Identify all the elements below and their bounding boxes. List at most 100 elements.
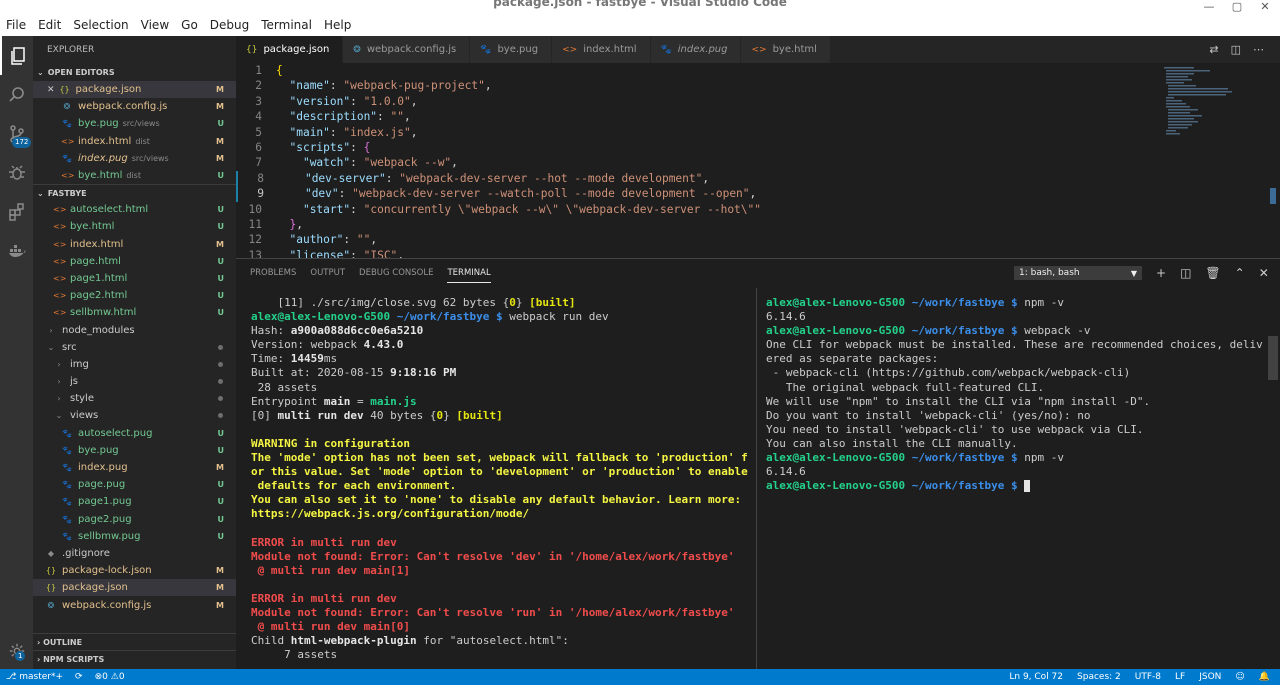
menu-item-view[interactable]: View <box>135 16 175 34</box>
open-editor-item[interactable]: 🐾 index.pug src/views M <box>33 150 236 167</box>
file-tree-item[interactable]: 🐾 autoselect.pug U <box>33 425 236 442</box>
tab-index-html[interactable]: <> index.html <box>552 36 651 63</box>
file-tree-item[interactable]: 🐾 index.pug M <box>33 459 236 476</box>
file-tree-item[interactable]: ❂ webpack.config.js M <box>33 596 236 613</box>
sync-icon[interactable]: ⟳ <box>75 672 83 682</box>
file-tree-item[interactable]: › img <box>33 356 236 373</box>
terminal-right[interactable]: alex@alex-Lenovo-G500 ~/work/fastbye $ n… <box>758 288 1278 669</box>
kill-terminal-icon[interactable]: 🗑 <box>1205 266 1220 280</box>
tab-index-pug[interactable]: 🐾 index.pug <box>650 36 742 63</box>
encoding[interactable]: UTF-8 <box>1135 672 1161 682</box>
terminal-line: You can also set it to 'none' to disable… <box>251 493 742 507</box>
file-tree-item[interactable]: <> page.html U <box>33 253 236 270</box>
file-tree-item[interactable]: ◆ .gitignore <box>33 545 236 562</box>
file-tree-item[interactable]: › js <box>33 373 236 390</box>
project-header[interactable]: ⌄ FASTBYE <box>33 184 236 201</box>
menu-item-selection[interactable]: Selection <box>67 16 134 34</box>
tab-bye-html[interactable]: <> bye.html <box>741 36 831 63</box>
docker-icon[interactable] <box>0 231 33 270</box>
file-tree-item[interactable]: 🐾 page2.pug U <box>33 511 236 528</box>
tab-package-json[interactable]: {} package.json <box>236 36 344 63</box>
menu-item-file[interactable]: File <box>0 16 32 34</box>
file-tree-item[interactable]: 🐾 bye.pug U <box>33 442 236 459</box>
tab-bye-pug[interactable]: 🐾 bye.pug <box>470 36 553 63</box>
git-status-badge: U <box>217 222 225 232</box>
open-editor-item[interactable]: ✕ {} package.json M <box>33 81 236 99</box>
maximize-icon[interactable]: ▢ <box>1230 0 1244 14</box>
menu-item-debug[interactable]: Debug <box>204 16 255 34</box>
menu-item-go[interactable]: Go <box>175 16 204 34</box>
cursor-position[interactable]: Ln 9, Col 72 <box>1009 672 1063 682</box>
file-tree-item[interactable]: 🐾 page.pug U <box>33 476 236 493</box>
file-name: bye.html <box>78 170 123 182</box>
file-tree-item[interactable]: ⌄ views <box>33 407 236 424</box>
file-tree-item[interactable]: <> autoselect.html U <box>33 201 236 218</box>
settings-gear-icon[interactable]: 1 <box>0 639 33 663</box>
tab-webpack-config-js[interactable]: ❂ webpack.config.js <box>343 36 471 63</box>
open-editors-header[interactable]: ⌄ OPEN EDITORS <box>33 64 236 81</box>
split-terminal-icon[interactable]: ◫ <box>1180 266 1191 280</box>
file-tree-item[interactable]: › node_modules <box>33 321 236 338</box>
menu-item-help[interactable]: Help <box>318 16 357 34</box>
open-editor-item[interactable]: ❂ webpack.config.js M <box>33 98 236 115</box>
file-tree-item[interactable]: <> index.html M <box>33 236 236 253</box>
file-name: index.pug <box>78 462 128 474</box>
open-editor-item[interactable]: <> index.html dist M <box>33 133 236 150</box>
minimap[interactable] <box>1160 63 1280 258</box>
terminal-select[interactable]: 1: bash, bash ▼ <box>1014 266 1142 280</box>
notifications-icon[interactable]: 🔔 <box>1259 672 1270 682</box>
open-changes-icon[interactable]: ⇄ <box>1209 43 1218 56</box>
feedback-icon[interactable]: ☺ <box>1235 672 1244 682</box>
search-icon[interactable] <box>0 75 33 114</box>
indentation[interactable]: Spaces: 2 <box>1077 672 1121 682</box>
panel-tab-terminal[interactable]: TERMINAL <box>447 264 491 283</box>
file-tree-item[interactable]: ⌄ src <box>33 339 236 356</box>
close-editor-icon[interactable]: ✕ <box>47 85 55 95</box>
menu-item-terminal[interactable]: Terminal <box>255 16 318 34</box>
file-name: page2.pug <box>78 513 132 525</box>
error-icon: ⊗ <box>94 672 103 682</box>
language-mode[interactable]: JSON <box>1199 672 1221 682</box>
new-terminal-icon[interactable]: + <box>1156 266 1166 280</box>
extensions-icon[interactable] <box>0 192 33 231</box>
maximize-panel-icon[interactable]: ⌃ <box>1235 266 1245 280</box>
panel-tab-output[interactable]: OUTPUT <box>310 264 345 283</box>
open-editor-item[interactable]: 🐾 bye.pug src/views U <box>33 115 236 132</box>
file-tree-item[interactable]: {} package.json M <box>33 579 236 597</box>
close-window-icon[interactable]: ✕ <box>1258 0 1272 14</box>
problems-indicator[interactable]: ⊗0 ⚠0 <box>95 672 125 682</box>
panel-tab-debug-console[interactable]: DEBUG CONSOLE <box>359 264 433 283</box>
file-tree-item[interactable]: <> sellbmw.html U <box>33 304 236 321</box>
minimize-icon[interactable]: — <box>1202 0 1216 14</box>
split-editor-icon[interactable]: ◫ <box>1231 43 1241 56</box>
file-tree-item[interactable]: 🐾 page1.pug U <box>33 493 236 510</box>
line-ending[interactable]: LF <box>1175 672 1185 682</box>
open-editors-list: ✕ {} package.json M ❂ webpack.config.js M 🐾 bye.… <box>33 81 236 184</box>
panel-tab-problems[interactable]: PROBLEMS <box>250 264 296 283</box>
terminal-scrollbar[interactable] <box>1268 336 1278 380</box>
debug-icon[interactable] <box>0 153 33 192</box>
explorer-icon[interactable] <box>0 36 33 75</box>
open-editor-item[interactable]: <> bye.html dist U <box>33 167 236 184</box>
close-panel-icon[interactable]: ✕ <box>1259 266 1269 280</box>
more-actions-icon[interactable]: ⋯ <box>1253 43 1264 56</box>
outline-section[interactable]: › OUTLINE <box>33 633 236 650</box>
menu-item-edit[interactable]: Edit <box>32 16 67 34</box>
file-name: index.html <box>78 135 132 147</box>
file-tree-item[interactable]: <> page2.html U <box>33 287 236 304</box>
file-tree-item[interactable]: <> bye.html U <box>33 218 236 235</box>
file-tree-item[interactable]: › style <box>33 390 236 407</box>
line-number: 2 <box>255 79 262 93</box>
source-control-icon[interactable]: 172 <box>0 114 33 153</box>
file-tree-item[interactable]: <> page1.html U <box>33 270 236 287</box>
npm-scripts-section[interactable]: › NPM SCRIPTS <box>33 650 236 667</box>
terminal-left[interactable]: [11] ./src/img/close.svg 62 bytes {0} [b… <box>236 288 757 669</box>
file-tree-item[interactable]: 🐾 sellbmw.pug U <box>33 528 236 545</box>
modified-dot <box>218 361 223 367</box>
code-editor[interactable]: 1{2 "name": "webpack-pug-project", 3 "ver… <box>236 63 1280 262</box>
branch-indicator[interactable]: ⎇ master*+ <box>6 672 63 682</box>
file-name: page1.pug <box>78 496 132 508</box>
file-tree-item[interactable]: {} package-lock.json M <box>33 562 236 579</box>
pug-icon: 🐾 <box>62 153 72 163</box>
code-line: 8 "dev-server": "webpack-dev-server --ho… <box>236 170 1280 187</box>
